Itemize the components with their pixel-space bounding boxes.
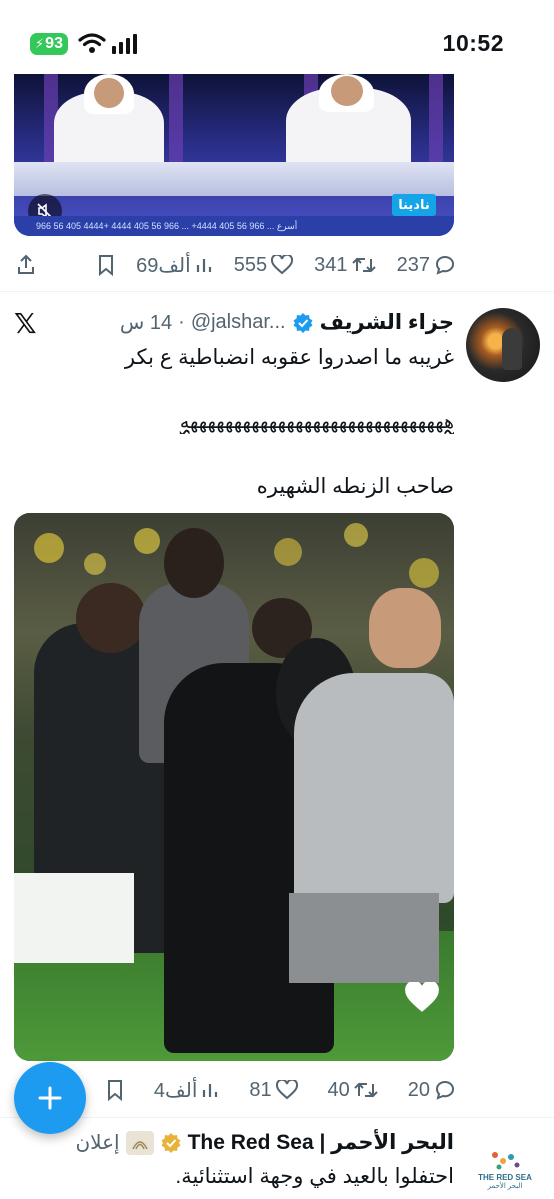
share-icon: [18, 254, 34, 274]
dot-separator: ·: [178, 311, 185, 333]
divider: [0, 1117, 554, 1118]
heart-filled-icon: [405, 980, 439, 1012]
verified-badge-icon: [293, 312, 313, 333]
x-logo-icon[interactable]: 𝕏: [14, 307, 37, 340]
news-ticker: 966 56 405 4444+ أسرع ... 966 56 405 444…: [14, 216, 454, 236]
reply-icon: [435, 256, 454, 275]
bookmark-button[interactable]: [106, 1079, 124, 1101]
views-icon: [196, 259, 211, 272]
tweet2-header: جزاء الشريف @jalshar... · 14 س: [120, 310, 454, 335]
views-icon: [203, 1084, 218, 1097]
battery-level: 93: [45, 35, 63, 52]
wifi-icon: [78, 32, 106, 59]
like-button[interactable]: 555: [233, 253, 294, 277]
bookmark-button[interactable]: [97, 254, 115, 276]
share-button[interactable]: [16, 254, 36, 276]
ad-text: احتفلوا بالعيد في وجهة استثنائية.: [175, 1165, 454, 1188]
reply-icon: [436, 1081, 454, 1100]
views-button[interactable]: 4ألف: [154, 1078, 219, 1103]
like-button[interactable]: 81: [249, 1078, 298, 1102]
channel-logo: نادينا: [392, 194, 436, 216]
studio-desk: [14, 162, 454, 196]
ad-label: إعلان: [75, 1132, 120, 1154]
tweet-time[interactable]: 14 س: [120, 310, 172, 335]
retweet-button[interactable]: 40: [328, 1079, 378, 1102]
logo-text-arabic: البحر الأحمر: [487, 1182, 523, 1190]
retweets-count: 341: [314, 253, 348, 276]
retweet-icon: [351, 257, 376, 273]
tweet-image[interactable]: [14, 513, 454, 1061]
red-sea-logo-icon: [492, 1151, 520, 1169]
reply-button[interactable]: 20: [408, 1079, 456, 1102]
tweet-text-line: صاحب الزنطه الشهيره: [256, 475, 454, 498]
views-button[interactable]: 69ألف: [136, 253, 213, 278]
bookmark-icon: [99, 255, 114, 276]
ad-header: البحر الأحمر | The Red Sea إعلان: [75, 1130, 454, 1155]
retweet-button[interactable]: 341: [314, 253, 376, 277]
affiliate-badge-icon: [125, 1130, 154, 1155]
reply-button[interactable]: 237: [397, 254, 456, 277]
verified-gold-badge-icon: [161, 1132, 181, 1153]
cellular-signal-icon: [112, 34, 137, 54]
man-white-hoodie: [294, 673, 454, 903]
advertiser-avatar[interactable]: THE RED SEA البحر الأحمر: [475, 1138, 535, 1198]
views-count: 69ألف: [136, 254, 191, 277]
bolt-icon: ⚡: [35, 36, 45, 51]
retweet-icon: [354, 1082, 378, 1098]
battery-indicator: ⚡ 93: [30, 33, 68, 55]
replies-count: 20: [407, 1078, 430, 1101]
tweet-video[interactable]: نادينا 966 56 405 4444+ أسرع ... 966 56 …: [14, 74, 454, 236]
retweets-count: 40: [327, 1078, 350, 1101]
plus-icon: [38, 1086, 62, 1110]
tweet-text-line: ههههههههههههههههههههههههههههههه: [179, 412, 454, 433]
status-time: 10:52: [442, 30, 504, 56]
replies-count: 237: [396, 253, 430, 276]
tweet1-action-bar: 69ألف 555 341 237: [16, 250, 456, 280]
views-count: 4ألف: [153, 1079, 198, 1102]
likes-count: 555: [233, 253, 268, 276]
heart-overlay-button[interactable]: [404, 980, 440, 1019]
compose-button[interactable]: [14, 1062, 86, 1134]
divider: [0, 291, 554, 292]
likes-count: 81: [249, 1078, 272, 1101]
heart-icon: [275, 1080, 298, 1100]
author-name[interactable]: جزاء الشريف: [320, 310, 454, 335]
status-bar: ⚡ 93 10:52: [0, 0, 554, 74]
tweet-text-line: غريبه ما اصدروا عقوبه انضباطية ع بكر: [124, 346, 454, 369]
avatar[interactable]: [466, 308, 540, 382]
heart-icon: [271, 255, 294, 275]
advertiser-name[interactable]: البحر الأحمر | The Red Sea: [188, 1130, 454, 1155]
author-handle[interactable]: @jalshar...: [191, 311, 286, 334]
bookmark-icon: [107, 1080, 122, 1101]
logo-text: THE RED SEA: [478, 1172, 532, 1182]
